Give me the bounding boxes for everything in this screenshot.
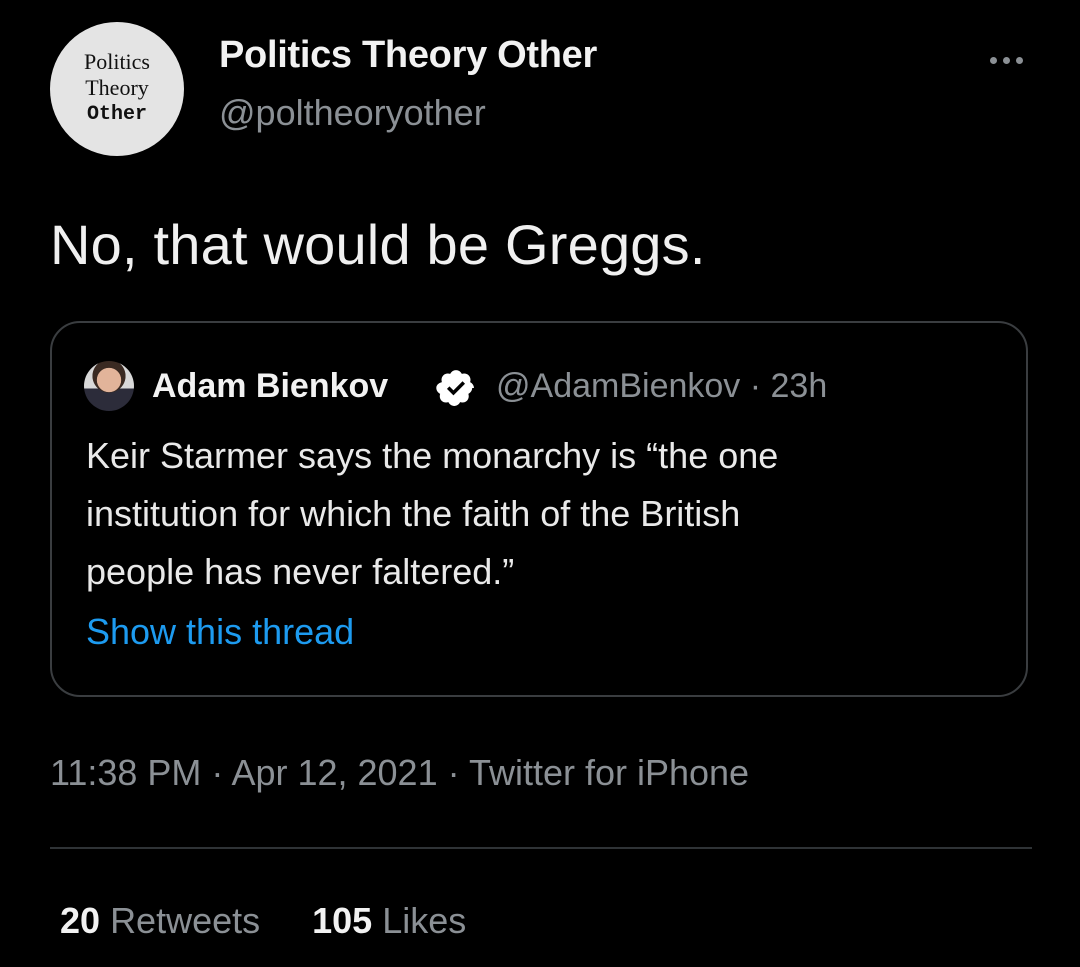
quoted-tweet[interactable]: Adam Bienkov @AdamBienkov · 23h Keir Sta…: [50, 321, 1028, 697]
quoted-text-line: institution for which the faith of the B…: [86, 493, 741, 534]
retweets-label: Retweets: [110, 900, 261, 941]
more-options-icon[interactable]: [982, 40, 1030, 80]
tweet-text: No, that would be Greggs.: [50, 213, 706, 276]
quoted-author-name[interactable]: Adam Bienkov: [152, 367, 388, 406]
quoted-tweet-text: Keir Starmer says the monarchy is “the o…: [86, 427, 986, 601]
quoted-handle-time[interactable]: @AdamBienkov · 23h: [496, 367, 827, 406]
tweet-date[interactable]: Apr 12, 2021: [231, 752, 437, 793]
more-dot: [1002, 56, 1010, 64]
tweet-metadata: 11:38 PM · Apr 12, 2021 · Twitter for iP…: [50, 752, 749, 794]
likes-label: Likes: [382, 900, 467, 941]
display-name[interactable]: Politics Theory Other: [219, 34, 597, 77]
verified-badge-icon: [436, 370, 474, 406]
tweet-time[interactable]: 11:38 PM: [50, 752, 201, 793]
profile-avatar[interactable]: Politics Theory Other: [50, 22, 184, 156]
avatar-line-2: Theory: [85, 75, 149, 100]
separator: ·: [201, 752, 232, 793]
show-thread-link[interactable]: Show this thread: [86, 611, 354, 653]
quoted-text-line: people has never faltered.”: [86, 551, 515, 592]
retweets-stat[interactable]: 20 Retweets: [60, 900, 260, 941]
tweet: Politics Theory Other Politics Theory Ot…: [0, 0, 1080, 967]
engagement-stats: 20 Retweets 105 Likes: [60, 900, 466, 942]
quoted-author-avatar[interactable]: [84, 361, 134, 411]
likes-stat[interactable]: 105 Likes: [312, 900, 466, 941]
quoted-text-line: Keir Starmer says the monarchy is “the o…: [86, 435, 779, 476]
more-dot: [1015, 56, 1023, 64]
tweet-source[interactable]: Twitter for iPhone: [469, 752, 749, 793]
avatar-line-3: Other: [86, 103, 147, 126]
user-handle[interactable]: @poltheoryother: [219, 92, 486, 134]
likes-count: 105: [312, 900, 373, 941]
separator: ·: [437, 752, 469, 793]
more-dot: [989, 56, 997, 64]
divider: [50, 847, 1032, 849]
avatar-line-1: Politics: [83, 49, 150, 74]
retweets-count: 20: [60, 900, 101, 941]
